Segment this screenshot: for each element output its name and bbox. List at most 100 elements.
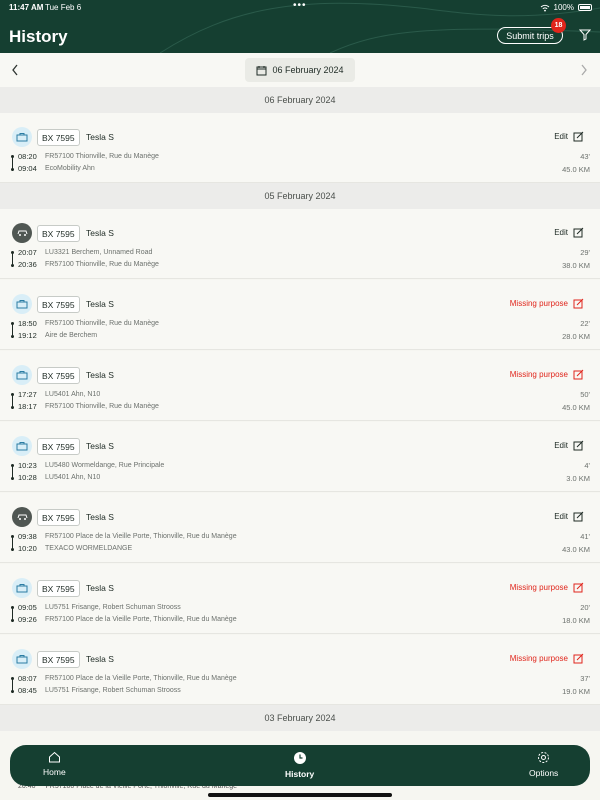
- car-name: Tesla S: [86, 654, 114, 664]
- trip-duration: 4': [584, 461, 590, 470]
- start-time: 10:23: [18, 461, 37, 470]
- edit-icon: [573, 582, 584, 593]
- trip-row[interactable]: BX 7595 Tesla S Missing purpose 18:50 FR…: [0, 280, 600, 350]
- next-date-icon[interactable]: [580, 64, 588, 76]
- missing-purpose-button[interactable]: Missing purpose: [510, 653, 584, 664]
- end-location: LU5751 Frisange, Robert Schuman Strooss: [45, 687, 181, 694]
- start-location: FR57100 Place de la Vieille Porte, Thion…: [45, 675, 237, 682]
- trip-duration: 22': [580, 319, 590, 328]
- start-location: FR57100 Thionville, Rue du Manège: [45, 320, 159, 327]
- previous-date-icon[interactable]: [11, 64, 19, 76]
- missing-purpose-button[interactable]: Missing purpose: [510, 298, 584, 309]
- trip-distance: 38.0 KM: [562, 261, 590, 270]
- edit-icon: [573, 440, 584, 451]
- calendar-icon: [256, 65, 267, 75]
- action-label: Missing purpose: [509, 370, 568, 379]
- trip-row[interactable]: BX 7595 Tesla S Missing purpose 17:27 LU…: [0, 351, 600, 421]
- end-dot: [11, 477, 14, 480]
- end-dot: [11, 619, 14, 622]
- trip-distance: 18.0 KM: [562, 616, 590, 625]
- end-location: TEXACO WORMELDANGE: [45, 545, 133, 552]
- trip-distance: 3.0 KM: [566, 474, 590, 483]
- business-trip-icon: [12, 127, 32, 147]
- nav-home[interactable]: Home: [43, 751, 66, 777]
- trip-row[interactable]: BX 7595 Tesla S Missing purpose 08:07 FR…: [0, 635, 600, 705]
- start-location: LU5480 Wormeldange, Rue Principale: [45, 462, 165, 469]
- missing-purpose-button[interactable]: Missing purpose: [510, 582, 584, 593]
- trip-row[interactable]: BX 7595 Tesla S Edit 09:38 FR57100 Place…: [0, 493, 600, 563]
- start-time: 09:38: [18, 532, 37, 541]
- end-time: 08:45: [18, 686, 37, 695]
- page-title: History: [9, 27, 68, 46]
- status-bar: 11:47 AM Tue Feb 6 ••• 100%: [0, 0, 600, 14]
- status-time: 11:47 AM: [9, 3, 44, 12]
- start-time: 08:20: [18, 152, 37, 161]
- private-trip-icon: [12, 507, 32, 527]
- action-label: Missing purpose: [509, 299, 568, 308]
- action-label: Edit: [554, 441, 568, 450]
- day-header: 03 February 2024: [0, 705, 600, 731]
- filter-icon[interactable]: [579, 29, 591, 41]
- edit-icon: [573, 653, 584, 664]
- plate-badge: BX 7595: [37, 438, 80, 455]
- trip-duration: 20': [580, 603, 590, 612]
- start-time: 20:07: [18, 248, 37, 257]
- start-time: 08:07: [18, 674, 37, 683]
- trip-distance: 45.0 KM: [562, 403, 590, 412]
- end-time: 18:17: [18, 402, 37, 411]
- battery-icon: [578, 4, 592, 11]
- end-dot: [11, 406, 14, 409]
- business-trip-icon: [12, 578, 32, 598]
- nav-history[interactable]: History: [285, 751, 314, 779]
- home-icon: [48, 751, 60, 763]
- edit-button[interactable]: Edit: [554, 511, 584, 522]
- multitask-dots[interactable]: •••: [293, 0, 307, 11]
- day-header: 05 February 2024: [0, 183, 600, 209]
- end-time: 19:12: [18, 331, 37, 340]
- end-time: 20:36: [18, 260, 37, 269]
- day-header: 06 February 2024: [0, 87, 600, 113]
- plate-badge: BX 7595: [37, 651, 80, 668]
- trip-row[interactable]: BX 7595 Tesla S Edit 08:20 FR57100 Thion…: [0, 113, 600, 183]
- start-time: 09:05: [18, 603, 37, 612]
- edit-icon: [573, 511, 584, 522]
- date-picker-button[interactable]: 06 February 2024: [245, 58, 355, 82]
- business-trip-icon: [12, 436, 32, 456]
- nav-options[interactable]: Options: [529, 751, 558, 778]
- missing-purpose-button[interactable]: Missing purpose: [510, 369, 584, 380]
- edit-icon: [573, 227, 584, 238]
- start-location: FR57100 Place de la Vieille Porte, Thion…: [45, 533, 237, 540]
- trip-row[interactable]: BX 7595 Tesla S Missing purpose 09:05 LU…: [0, 564, 600, 634]
- trip-row[interactable]: BX 7595 Tesla S Edit 10:23 LU5480 Wormel…: [0, 422, 600, 492]
- nav-home-label: Home: [43, 767, 66, 777]
- trip-duration: 41': [580, 532, 590, 541]
- car-name: Tesla S: [86, 441, 114, 451]
- end-time: 09:26: [18, 615, 37, 624]
- plate-badge: BX 7595: [37, 225, 80, 242]
- edit-button[interactable]: Edit: [554, 440, 584, 451]
- edit-icon: [573, 298, 584, 309]
- trip-row[interactable]: BX 7595 Tesla S Edit 20:07 LU3321 Berche…: [0, 209, 600, 279]
- car-name: Tesla S: [86, 583, 114, 593]
- end-time: 10:20: [18, 544, 37, 553]
- trip-distance: 43.0 KM: [562, 545, 590, 554]
- car-name: Tesla S: [86, 370, 114, 380]
- end-location: Aire de Berchem: [45, 332, 98, 339]
- action-label: Edit: [554, 512, 568, 521]
- private-trip-icon: [12, 223, 32, 243]
- submit-count-badge: 18: [551, 18, 566, 33]
- action-label: Edit: [554, 228, 568, 237]
- app-header: 11:47 AM Tue Feb 6 ••• 100% History Subm…: [0, 0, 600, 53]
- start-time: 17:27: [18, 390, 37, 399]
- home-indicator: [208, 793, 392, 797]
- edit-button[interactable]: Edit: [554, 131, 584, 142]
- status-right: 100%: [540, 3, 592, 12]
- end-dot: [11, 168, 14, 171]
- end-location: LU5401 Ahn, N10: [45, 474, 101, 481]
- battery-percent: 100%: [553, 3, 574, 12]
- car-name: Tesla S: [86, 512, 114, 522]
- plate-badge: BX 7595: [37, 129, 80, 146]
- edit-button[interactable]: Edit: [554, 227, 584, 238]
- start-location: LU5401 Ahn, N10: [45, 391, 101, 398]
- trip-distance: 19.0 KM: [562, 687, 590, 696]
